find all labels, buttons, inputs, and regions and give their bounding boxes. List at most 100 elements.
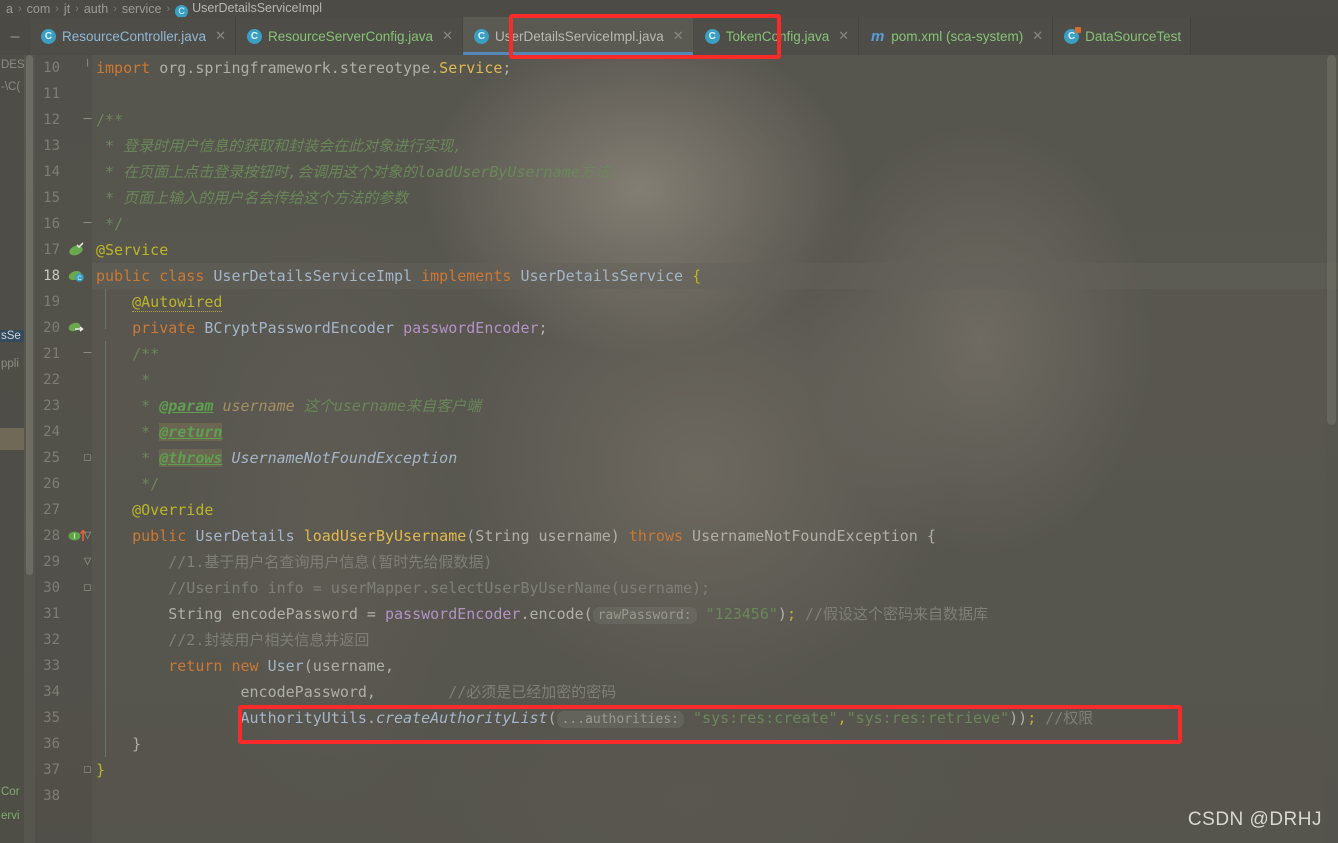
code-line-21[interactable]: /** (96, 341, 159, 367)
breadcrumb-item-2[interactable]: jt (60, 2, 74, 16)
tool-window-sliver[interactable]: DES -\C( sSe ppli Cor ervi (0, 55, 24, 843)
ide-window: a › com › jt › auth › service › C UserDet… (0, 0, 1338, 843)
line-number: 10 (43, 60, 60, 76)
breadcrumb-item-5[interactable]: C UserDetailsServiceImpl (171, 1, 326, 18)
code-line-16[interactable]: */ (96, 211, 123, 237)
tool-window-scrollbar[interactable] (26, 55, 33, 575)
code-folding-column[interactable]: ╵ ─ ─ ─ ◻ ▽ ▽ ◻ ◻ (82, 55, 96, 843)
java-class-icon: C (473, 28, 489, 44)
fold-region-start-icon[interactable]: ─ (82, 341, 93, 367)
line-number: 22 (43, 372, 60, 388)
line-number: 30 (43, 580, 60, 596)
code-line-33[interactable]: return new User(username, (96, 653, 394, 679)
sliver-fragment: -\C( (1, 81, 21, 93)
code-line-18[interactable]: public class UserDetailsServiceImpl impl… (96, 263, 701, 289)
breadcrumb-item-4[interactable]: service (118, 2, 166, 16)
close-icon[interactable]: ✕ (1032, 28, 1043, 44)
line-number: 27 (43, 502, 60, 518)
editor-tab-resourceserverconfig[interactable]: C ResourceServerConfig.java ✕ (235, 17, 463, 55)
code-line-22[interactable]: * (96, 367, 150, 393)
fold-indent-marker[interactable]: ╵ (82, 55, 93, 81)
code-line-29[interactable]: //1.基于用户名查询用户信息(暂时先给假数据) (96, 549, 492, 575)
code-line-35[interactable]: AuthorityUtils.createAuthorityList(...au… (96, 705, 1093, 731)
code-line-15[interactable]: * 页面上输入的用户名会传给这个方法的参数 (96, 185, 408, 211)
csdn-watermark: CSDN @DRHJ (1187, 809, 1322, 830)
line-number: 12 (43, 112, 60, 128)
breadcrumb[interactable]: a › com › jt › auth › service › C UserDet… (0, 0, 1338, 18)
code-line-34[interactable]: encodePassword, //必须是已经加密的密码 (96, 679, 616, 705)
maven-icon: m (871, 27, 885, 45)
fold-bookmark-icon[interactable]: ◻ (82, 445, 93, 471)
editor-tab-label: UserDetailsServiceImpl.java (494, 28, 664, 44)
fold-bookmark-icon[interactable]: ◻ (82, 575, 93, 601)
code-line-23[interactable]: * @param username 这个username来自客户端 (96, 393, 481, 419)
line-number: 29 (43, 554, 60, 570)
editor-tab-label: DataSourceTest (1085, 28, 1182, 44)
breadcrumb-item-0[interactable]: a (2, 2, 17, 16)
fold-region-end-icon[interactable]: ─ (82, 211, 93, 237)
editor-tab-resourcecontroller[interactable]: C ResourceController.java ✕ (30, 17, 236, 55)
code-line-25[interactable]: * @throws UsernameNotFoundException (96, 445, 457, 471)
code-line-13[interactable]: * 登录时用户信息的获取和封装会在此对象进行实现, (96, 133, 462, 159)
close-icon[interactable]: ✕ (442, 28, 453, 44)
code-line-32[interactable]: //2.封装用户相关信息并返回 (96, 627, 369, 653)
close-icon[interactable]: ✕ (215, 28, 226, 44)
code-line-30[interactable]: //Userinfo info = userMapper.selectUserB… (96, 575, 710, 601)
line-number: 16 (43, 216, 60, 232)
java-runnable-class-icon: C (1064, 26, 1082, 44)
sliver-fragment: Cor (1, 786, 20, 798)
editor-tab-userdetailsserviceimpl[interactable]: C UserDetailsServiceImpl.java ✕ (462, 17, 694, 55)
fold-region-start-icon[interactable]: ▽ (82, 549, 93, 575)
scrollbar-thumb[interactable] (1327, 55, 1336, 425)
sliver-fragment: DES (1, 59, 24, 71)
line-number: 31 (43, 606, 60, 622)
line-number: 34 (43, 684, 60, 700)
code-line-36[interactable]: } (96, 731, 141, 757)
code-line-17[interactable]: @Service (96, 237, 168, 263)
code-line-37[interactable]: } (96, 757, 105, 783)
code-content[interactable]: import org.springframework.stereotype.Se… (96, 55, 1338, 843)
java-class-icon: C (41, 28, 56, 44)
line-number: 28 (43, 528, 60, 544)
breadcrumb-item-3[interactable]: auth (80, 2, 112, 16)
sliver-highlight (0, 428, 24, 450)
breadcrumb-item-5-label: UserDetailsServiceImpl (192, 1, 323, 15)
fold-region-end-icon[interactable]: ◻ (82, 757, 93, 783)
close-icon[interactable]: ✕ (838, 28, 849, 44)
line-number: 37 (43, 762, 60, 778)
inlay-hint-authorities: ...authorities: (556, 711, 684, 728)
code-line-20[interactable]: private BCryptPasswordEncoder passwordEn… (96, 315, 547, 341)
line-number: 24 (43, 424, 60, 440)
tab-scroll-left-icon[interactable]: — (0, 17, 30, 55)
editor-tab-label: TokenConfig.java (725, 28, 830, 44)
line-number: 36 (43, 736, 60, 752)
code-line-31[interactable]: String encodePassword = passwordEncoder.… (96, 601, 988, 627)
line-number-current: 18 (43, 268, 60, 284)
breadcrumb-item-1[interactable]: com (23, 2, 55, 16)
fold-region-start-icon[interactable]: ▽ (82, 523, 93, 549)
line-number: 19 (43, 294, 60, 310)
code-editor[interactable]: DES -\C( sSe ppli Cor ervi 10 11 12 13 1… (0, 55, 1338, 843)
code-line-14[interactable]: * 在页面上点击登录按钮时,会调用这个对象的loadUserByUsername… (96, 159, 619, 185)
editor-tab-datasourcetest[interactable]: C DataSourceTest (1053, 17, 1192, 55)
line-number: 26 (43, 476, 60, 492)
code-line-19[interactable]: @Autowired (96, 289, 223, 315)
line-number: 15 (43, 190, 60, 206)
code-line-24[interactable]: * @return (96, 419, 223, 445)
code-line-27[interactable]: @Override (96, 497, 213, 523)
editor-tab-bar[interactable]: — C ResourceController.java ✕ C Resource… (0, 17, 1338, 55)
code-line-26[interactable]: */ (96, 471, 159, 497)
editor-scrollbar[interactable] (1325, 55, 1338, 843)
line-number: 38 (43, 788, 60, 804)
code-line-10[interactable]: import org.springframework.stereotype.Se… (96, 55, 511, 81)
line-number: 11 (43, 86, 60, 102)
close-icon[interactable]: ✕ (673, 28, 684, 44)
fold-region-start-icon[interactable]: ─ (82, 107, 93, 133)
editor-tab-label: pom.xml (sca-system) (891, 28, 1024, 44)
java-class-icon: C (246, 28, 262, 44)
code-line-12[interactable]: /** (96, 107, 123, 133)
editor-tab-tokenconfig[interactable]: C TokenConfig.java ✕ (693, 17, 860, 55)
code-line-28[interactable]: public UserDetails loadUserByUsername(St… (96, 523, 936, 549)
sliver-fragment-selected[interactable]: sSe (0, 330, 24, 342)
editor-tab-pom-xml[interactable]: m pom.xml (sca-system) ✕ (859, 17, 1054, 55)
